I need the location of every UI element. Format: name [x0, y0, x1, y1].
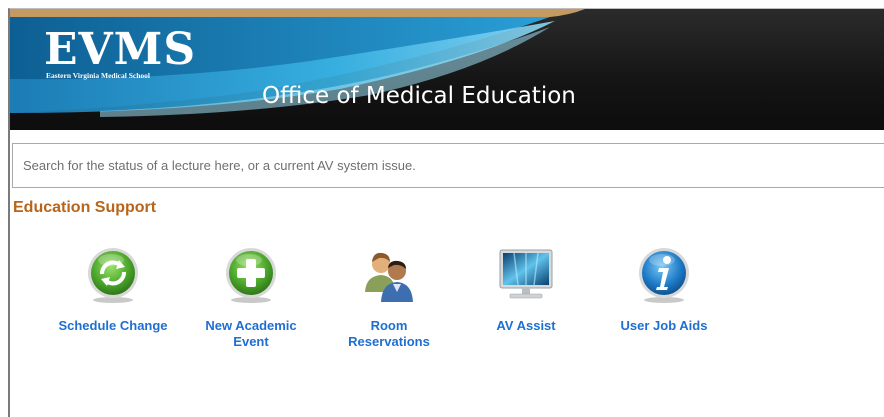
tile-label: Schedule Change [58, 318, 168, 333]
logo-text: EVMS [44, 24, 197, 75]
people-icon [365, 252, 413, 302]
refresh-icon [88, 248, 138, 303]
logo-subtitle: Eastern Virginia Medical School [46, 71, 150, 80]
room-reservations-button[interactable]: Room Reservations [329, 244, 449, 350]
new-academic-event-button[interactable]: New Academic Event [191, 244, 311, 350]
tile-label: AV Assist [496, 318, 556, 333]
tile-label: New Academic Event [205, 318, 297, 349]
info-icon [639, 248, 689, 303]
header-banner: EVMS Eastern Virginia Medical School Off… [10, 9, 884, 130]
search-input[interactable] [12, 143, 884, 188]
plus-icon [226, 248, 276, 303]
tile-label: User Job Aids [620, 318, 708, 333]
user-job-aids-button[interactable]: User Job Aids [604, 244, 724, 334]
av-assist-button[interactable]: AV Assist [466, 244, 586, 334]
tile-label: Room Reservations [348, 318, 430, 349]
page-title: Office of Medical Education [262, 83, 576, 109]
monitor-icon [499, 249, 553, 299]
section-title: Education Support [13, 199, 157, 216]
schedule-change-button[interactable]: Schedule Change [53, 244, 173, 334]
